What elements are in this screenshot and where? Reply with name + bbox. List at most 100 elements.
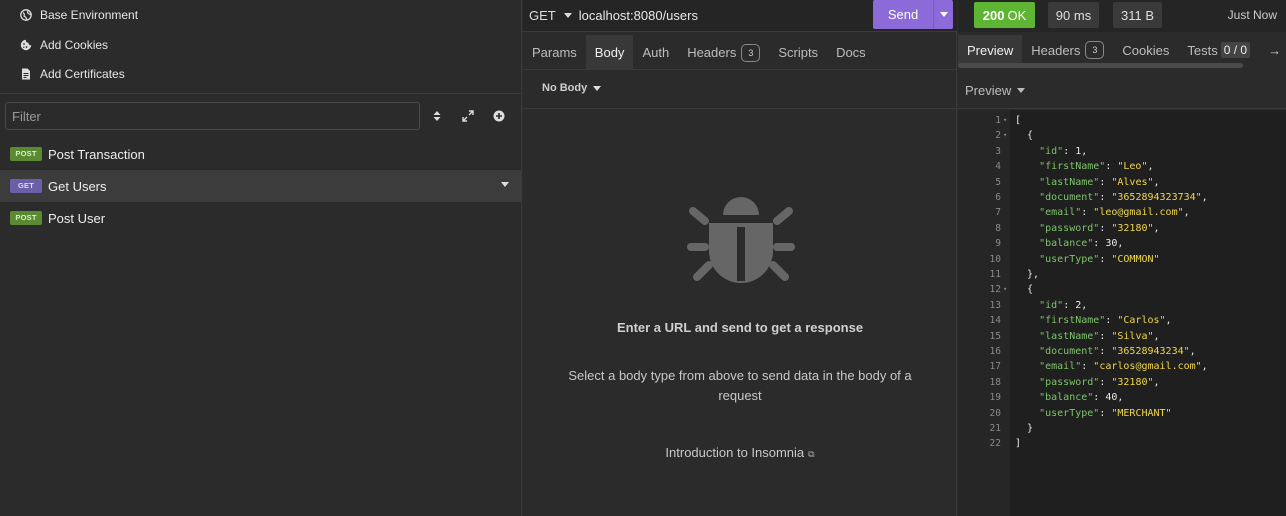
json-punct: {: [1015, 284, 1034, 296]
json-key: "userType": [1039, 407, 1100, 419]
json-punct: [1015, 392, 1039, 403]
add-request-button[interactable]: [489, 106, 509, 126]
sort-button[interactable]: [427, 106, 447, 126]
request-name: Post Transaction: [48, 146, 145, 162]
json-key: "id": [1039, 299, 1064, 311]
line-number: 21: [989, 423, 1001, 434]
json-punct: [1015, 408, 1039, 419]
json-punct: [1015, 192, 1039, 203]
json-punct: :: [1081, 361, 1094, 373]
tabs-scroll-right-button[interactable]: →: [1259, 35, 1286, 65]
json-key: "balance": [1039, 238, 1094, 250]
preview-mode-label: Preview: [965, 83, 1012, 98]
arrow-right-icon: →: [1268, 42, 1282, 58]
request-menu-chevron-down-icon[interactable]: [501, 182, 509, 187]
line-number: 18: [989, 376, 1001, 388]
json-string: "COMMON": [1111, 253, 1160, 265]
tabs-scrollbar[interactable]: [958, 63, 1243, 68]
sort-icon: [433, 111, 441, 121]
json-key: "id": [1039, 145, 1064, 157]
line-number: 10: [989, 253, 1001, 265]
method-select[interactable]: GET: [529, 8, 572, 23]
base-environment-item[interactable]: Base Environment: [0, 1, 521, 29]
tab-label: Auth: [642, 45, 670, 60]
tab-cookies[interactable]: Cookies: [1113, 35, 1178, 65]
line-number: 6: [995, 192, 1001, 203]
response-body-viewer[interactable]: 1 ▾[2 ▾ {3 "id": 1, 4 "firstName": "Leo", 5 …: [958, 110, 1286, 516]
filter-input[interactable]: [5, 102, 420, 130]
line-number: 8: [995, 222, 1001, 234]
line-number: 13: [989, 299, 1001, 311]
cookie-icon: [20, 39, 32, 51]
external-link-icon: ⧉: [808, 449, 815, 459]
tests-count-badge: 0 / 0: [1220, 42, 1251, 58]
expand-icon: [462, 110, 474, 122]
code-text: "userType": "MERCHANT": [1015, 406, 1171, 421]
tab-preview[interactable]: Preview: [958, 35, 1023, 65]
json-string: "leo@gmail.com": [1093, 207, 1184, 219]
code-text: },: [1015, 267, 1039, 282]
json-punct: ,: [1153, 330, 1160, 342]
json-punct: :: [1099, 376, 1112, 388]
response-timestamp[interactable]: Just Now: [1228, 8, 1277, 22]
json-punct: :: [1093, 392, 1106, 404]
intro-link[interactable]: Introduction to Insomnia: [665, 445, 804, 460]
send-options-button[interactable]: [933, 0, 953, 29]
fold-toggle-icon[interactable]: ▾: [1003, 113, 1007, 128]
tab-body[interactable]: Body: [585, 35, 634, 70]
code-text: "balance": 30,: [1015, 236, 1123, 251]
tab-label: Preview: [967, 42, 1014, 58]
line-number: 11: [989, 269, 1001, 280]
json-string: "32180": [1111, 376, 1154, 388]
chevron-down-icon: [1017, 88, 1026, 93]
tab-label: Cookies: [1122, 42, 1170, 58]
intro-link-row: Introduction to Insomnia ⧉: [523, 445, 957, 460]
fold-toggle-icon[interactable]: ▾: [1003, 282, 1007, 297]
json-punct: [1015, 146, 1039, 157]
line-number: 15: [989, 330, 1001, 342]
code-text: ]: [1015, 436, 1021, 451]
tab-auth[interactable]: Auth: [633, 35, 678, 70]
json-punct: ,: [1201, 361, 1208, 373]
send-button[interactable]: Send: [873, 7, 933, 22]
json-punct: ,: [1153, 376, 1160, 388]
json-string: "36528943234": [1111, 346, 1190, 357]
status-badge: 200 OK: [974, 2, 1035, 28]
expand-all-button[interactable]: [458, 106, 478, 126]
json-string: "Silva": [1111, 330, 1154, 342]
tab-label: Headers: [1031, 42, 1081, 58]
json-punct: [1015, 161, 1039, 172]
tab-response-headers[interactable]: Headers 3: [1022, 35, 1113, 65]
status-code: 200: [982, 7, 1005, 23]
add-certificates-item[interactable]: Add Certificates: [0, 60, 521, 88]
code-text: "firstName": "Carlos",: [1015, 313, 1171, 328]
body-type-select[interactable]: No Body: [542, 82, 602, 94]
line-number: 19: [989, 392, 1001, 404]
tab-params[interactable]: Params: [523, 35, 586, 70]
tab-docs[interactable]: Docs: [827, 35, 875, 70]
json-punct: [1015, 223, 1039, 234]
fold-toggle-icon[interactable]: ▾: [1003, 128, 1007, 143]
json-key: "password": [1039, 222, 1100, 234]
json-punct: :: [1099, 330, 1112, 342]
json-key: "email": [1039, 361, 1082, 373]
request-item-post-user[interactable]: POST Post User: [0, 202, 521, 234]
add-cookies-item[interactable]: Add Cookies: [0, 31, 521, 59]
line-number: 17: [989, 361, 1001, 373]
json-punct: [1015, 377, 1039, 388]
preview-mode-select[interactable]: Preview: [965, 83, 1026, 98]
json-punct: :: [1105, 315, 1118, 327]
tab-scripts[interactable]: Scripts: [769, 35, 827, 70]
tab-headers[interactable]: Headers 3: [678, 35, 769, 70]
json-punct: :: [1063, 299, 1076, 311]
tab-label: Body: [594, 45, 625, 60]
request-item-post-transaction[interactable]: POST Post Transaction: [0, 138, 521, 170]
bug-icon: [687, 197, 795, 283]
json-key: "firstName": [1039, 315, 1106, 327]
json-punct: :: [1063, 145, 1076, 157]
request-name: Post User: [48, 210, 106, 226]
tab-tests[interactable]: Tests 0 / 0: [1178, 35, 1259, 65]
url-input[interactable]: localhost:8080/users: [579, 8, 698, 23]
request-item-get-users[interactable]: GET Get Users: [0, 170, 521, 202]
response-pane: 200 OK 90 ms 311 B Just Now Preview Heade…: [958, 0, 1286, 516]
